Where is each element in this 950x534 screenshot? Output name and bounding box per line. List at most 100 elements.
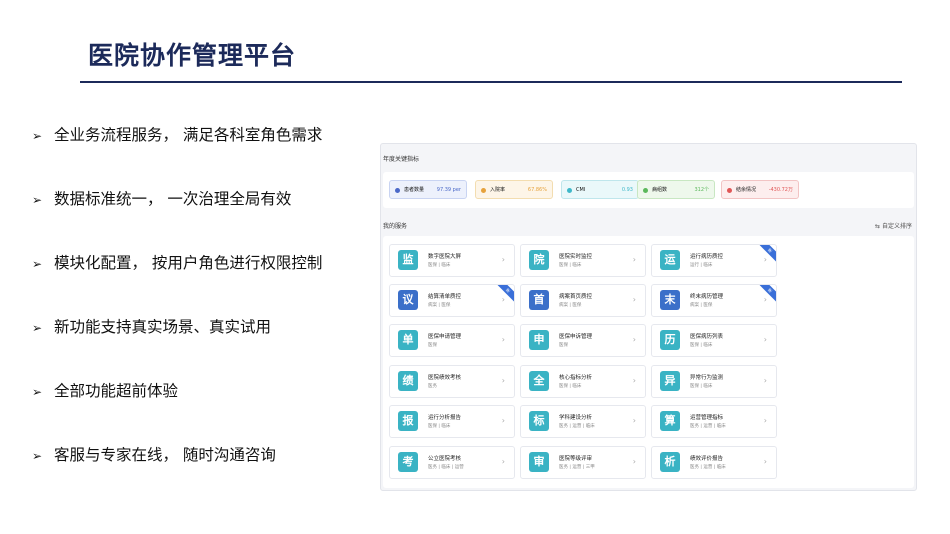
service-name: 核心指标分析 bbox=[559, 375, 593, 381]
service-name: 终末病历管理 bbox=[690, 294, 724, 300]
service-tags: 医保 | 临床 bbox=[559, 263, 582, 268]
kpi-label: 病组数 bbox=[652, 187, 668, 193]
service-name: 病案首页质控 bbox=[559, 294, 593, 300]
service-tags: 医务 | 运营 | 三甲 bbox=[559, 465, 595, 470]
service-tags: 医保 | 临床 bbox=[690, 343, 713, 348]
kpi-tile[interactable]: CMI 0.93 bbox=[561, 180, 639, 199]
service-card[interactable]: 报 运行分析报告 医保 | 临床 › bbox=[389, 405, 515, 438]
service-badge-icon: 析 bbox=[660, 452, 680, 472]
page-title: 医院协作管理平台 bbox=[88, 41, 297, 70]
service-badge-icon: 标 bbox=[529, 411, 549, 431]
service-badge-icon: 末 bbox=[660, 290, 680, 310]
service-tags: 医务 | 运营 | 临床 bbox=[690, 465, 726, 470]
arrow-bullet-icon: ➢ bbox=[32, 129, 43, 143]
chevron-right-icon: › bbox=[501, 376, 505, 385]
kpi-label: 结余情况 bbox=[736, 187, 757, 193]
service-card[interactable]: 历 医保病历列表 医保 | 临床 › bbox=[651, 324, 777, 357]
chevron-right-icon: › bbox=[763, 335, 767, 344]
kpi-tile[interactable]: 病组数 312个 bbox=[637, 180, 715, 199]
title-divider bbox=[80, 81, 902, 83]
service-card[interactable]: 首 病案首页质控 病案 | 医保 › bbox=[520, 284, 646, 317]
service-card[interactable]: 审 医院等级评审 医务 | 运营 | 三甲 › bbox=[520, 446, 646, 479]
kpi-value: 97.39 per bbox=[436, 187, 461, 193]
service-name: 异常行为监测 bbox=[690, 375, 724, 381]
kpi-dot-icon bbox=[727, 188, 732, 193]
kpi-dot-icon bbox=[481, 188, 486, 193]
service-tags: 医保 | 临床 bbox=[690, 384, 713, 389]
kpi-dot-icon bbox=[567, 188, 572, 193]
chevron-right-icon: › bbox=[632, 457, 636, 466]
bullet-item: ➢ 全部功能超前体验 bbox=[32, 379, 178, 403]
service-card[interactable]: 单 医保申请管理 医保 › bbox=[389, 324, 515, 357]
service-badge-icon: 报 bbox=[398, 411, 418, 431]
service-card[interactable]: 标 学科建设分析 医务 | 运营 | 临床 › bbox=[520, 405, 646, 438]
service-name: 运行病历质控 bbox=[690, 254, 724, 260]
service-badge-icon: 首 bbox=[529, 290, 549, 310]
kpi-value: 312个 bbox=[694, 187, 709, 193]
chevron-right-icon: › bbox=[763, 255, 767, 264]
service-card[interactable]: 议结算清单质控 病案 | 医保 › 新 bbox=[389, 284, 515, 317]
chevron-right-icon: › bbox=[501, 416, 505, 425]
service-card[interactable]: 考 公立医院考核 医务 | 临床 | 运营 › bbox=[389, 446, 515, 479]
service-badge-icon: 申 bbox=[529, 330, 549, 350]
app-screenshot: 年度关键指标 患者数量 97.39 per 入院率 67.86% CMI 0.93 病组数 3… bbox=[380, 143, 917, 491]
bullet-item: ➢ 客服与专家在线， 随时沟通咨询 bbox=[32, 443, 276, 467]
kpi-dot-icon bbox=[395, 188, 400, 193]
service-name: 运营管理指标 bbox=[690, 415, 724, 421]
service-card[interactable]: 监 数字医院大屏 医保 | 临床 › bbox=[389, 244, 515, 277]
chevron-right-icon: › bbox=[632, 376, 636, 385]
chevron-right-icon: › bbox=[763, 376, 767, 385]
service-card[interactable]: 析 绩效评价报告 医务 | 运营 | 临床 › bbox=[651, 446, 777, 479]
bullet-item: ➢ 模块化配置， 按用户角色进行权限控制 bbox=[32, 251, 322, 275]
service-card[interactable]: 运运行病历质控 运行 | 临床 › 新 bbox=[651, 244, 777, 277]
arrow-bullet-icon: ➢ bbox=[32, 449, 43, 463]
chevron-right-icon: › bbox=[763, 295, 767, 304]
service-card[interactable]: 算 运营管理指标 医务 | 运营 | 临床 › bbox=[651, 405, 777, 438]
arrow-bullet-icon: ➢ bbox=[32, 385, 43, 399]
service-tags: 医务 | 临床 | 运营 bbox=[428, 465, 464, 470]
service-badge-icon: 单 bbox=[398, 330, 418, 350]
service-name: 医保病历列表 bbox=[690, 334, 724, 340]
service-name: 医保申诉管理 bbox=[559, 334, 593, 340]
bullet-item: ➢ 全业务流程服务， 满足各科室角色需求 bbox=[32, 123, 322, 147]
arrow-bullet-icon: ➢ bbox=[32, 257, 43, 271]
service-badge-icon: 考 bbox=[398, 452, 418, 472]
services-heading: 我的服务 bbox=[383, 223, 408, 230]
service-name: 学科建设分析 bbox=[559, 415, 593, 421]
service-badge-icon: 审 bbox=[529, 452, 549, 472]
service-name: 结算清单质控 bbox=[428, 294, 462, 300]
kpi-tile[interactable]: 入院率 67.86% bbox=[475, 180, 553, 199]
service-card[interactable]: 绩 医院绩效考核 医务 › bbox=[389, 365, 515, 398]
service-card[interactable]: 异 异常行为监测 医保 | 临床 › bbox=[651, 365, 777, 398]
kpi-value: 0.93 bbox=[621, 187, 633, 193]
service-tags: 医务 bbox=[428, 384, 437, 389]
service-badge-icon: 异 bbox=[660, 371, 680, 391]
service-card[interactable]: 全 核心指标分析 医保 | 临床 › bbox=[520, 365, 646, 398]
service-card[interactable]: 院 医院实时监控 医保 | 临床 › bbox=[520, 244, 646, 277]
service-tags: 医保 bbox=[559, 343, 568, 348]
chevron-right-icon: › bbox=[501, 295, 505, 304]
chevron-right-icon: › bbox=[501, 457, 505, 466]
service-name: 绩效评价报告 bbox=[690, 456, 724, 462]
service-card[interactable]: 申 医保申诉管理 医保 › bbox=[520, 324, 646, 357]
bullet-item: ➢ 新功能支持真实场景、真实试用 bbox=[32, 315, 271, 339]
service-badge-icon: 算 bbox=[660, 411, 680, 431]
services-panel: 监 数字医院大屏 医保 | 临床 › 院 医院实时监控 医保 | 临床 › 运 运行病历质控 运行 … bbox=[383, 236, 914, 488]
service-tags: 医保 | 临床 bbox=[428, 424, 451, 429]
service-name: 医院绩效考核 bbox=[428, 375, 462, 381]
service-badge-icon: 历 bbox=[660, 330, 680, 350]
service-badge-icon: 院 bbox=[529, 250, 549, 270]
service-tags: 医保 bbox=[428, 343, 437, 348]
service-tags: 病案 | 医保 bbox=[428, 303, 451, 308]
kpi-tile[interactable]: 患者数量 97.39 per bbox=[389, 180, 467, 199]
chevron-right-icon: › bbox=[501, 255, 505, 264]
chevron-right-icon: › bbox=[632, 335, 636, 344]
sort-icon: ⇆ bbox=[875, 223, 882, 230]
bullet-item: ➢ 数据标准统一， 一次治理全局有效 bbox=[32, 187, 291, 211]
kpi-label: CMI bbox=[576, 187, 586, 193]
service-name: 医院等级评审 bbox=[559, 456, 593, 462]
custom-sort-button[interactable]: ⇆ 自定义排序 bbox=[875, 221, 912, 230]
kpi-tile[interactable]: 结余情况 -430.72万 bbox=[721, 180, 799, 199]
chevron-right-icon: › bbox=[632, 416, 636, 425]
service-card[interactable]: 末终末病历管理 病案 | 医保 › 新 bbox=[651, 284, 777, 317]
